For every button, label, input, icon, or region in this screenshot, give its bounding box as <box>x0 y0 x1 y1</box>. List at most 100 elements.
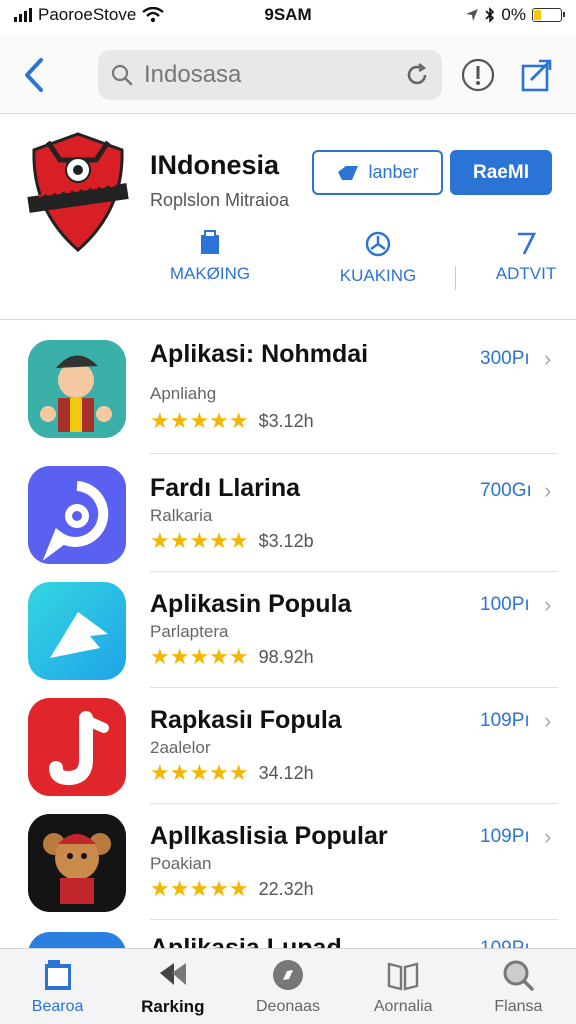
tab-updates[interactable]: Aornalia <box>346 949 461 1024</box>
tab-explore[interactable]: Deonaas <box>230 949 345 1024</box>
app-rating: ★★★★★ 34.12h <box>150 760 314 786</box>
cartoon-character-icon <box>28 340 126 438</box>
partial-app-icon <box>28 932 126 948</box>
outline-button-label: lanber <box>368 162 419 182</box>
list-item[interactable]: Rapkasiı Fopula 2aalelor ★★★★★ 34.12h 10… <box>0 688 576 804</box>
nav-bar: Indosasa <box>0 36 576 114</box>
info-button[interactable] <box>456 53 500 97</box>
header-tab-2-label: KUAKING <box>339 266 417 285</box>
list-item[interactable]: Apllkaslisia Popular Poakian ★★★★★ 22.32… <box>0 804 576 920</box>
carrier-label: PaoroeStove <box>38 5 137 24</box>
arrow-icon <box>28 582 126 680</box>
search-input[interactable]: Indosasa <box>144 61 394 89</box>
app-category: Apnliahg <box>150 384 217 403</box>
list-item[interactable]: Fardı Llarina Ralkaria ★★★★★ $3.12b 700G… <box>0 456 576 572</box>
chevron-right-icon: › <box>544 478 552 503</box>
app-category: Parlaptera <box>150 622 229 641</box>
list-item[interactable]: Aplikasi: Nohmdai Apnliahg ★★★★★ $3.12h … <box>0 338 576 454</box>
app-reviews: 22.32h <box>258 878 314 899</box>
app-reviews: $3.12b <box>258 530 314 551</box>
bear-character-icon <box>28 814 126 912</box>
app-name: Apllkaslisia Popular <box>150 822 388 850</box>
star-icon: ★★★★★ <box>150 760 249 785</box>
header-tab-1[interactable]: MAKØING <box>140 230 280 284</box>
app-category: Poakian <box>150 854 212 873</box>
tab-search-label: Flansa <box>494 997 543 1015</box>
solid-button[interactable]: RaeMI <box>450 150 552 195</box>
page-subtitle: Roplslon Mitraioa <box>150 190 290 210</box>
app-name: Aplikasia Lupad <box>150 934 342 948</box>
status-bar: PaoroeStove 9SAM 0% <box>0 0 576 30</box>
location-arrow-icon <box>466 9 479 21</box>
app-price-button[interactable]: 300Pı <box>480 348 530 370</box>
app-reviews: 34.12h <box>258 762 314 783</box>
header-tab-3[interactable]: ADTVIT <box>456 230 576 284</box>
status-left: PaoroeStove <box>14 5 165 25</box>
app-reviews: 98.92h <box>258 646 314 667</box>
share-button[interactable] <box>514 53 558 97</box>
tab-bar: Bearoa Rarking Deonaas Aornalia Flansa <box>0 948 576 1024</box>
chevron-right-icon: › <box>544 346 552 371</box>
star-icon: ★★★★★ <box>150 644 249 669</box>
share-icon <box>521 59 552 91</box>
header-card: INdonesia Roplslon Mitraioa lanber RaeMI… <box>0 118 576 320</box>
compass-icon <box>365 231 391 257</box>
solid-button-label: RaeMI <box>473 161 529 183</box>
search-icon <box>503 960 535 991</box>
star-icon: ★★★★★ <box>150 408 249 433</box>
chevron-right-icon: › <box>544 708 552 733</box>
page-title: INdonesia <box>150 150 280 180</box>
chevron-right-icon: › <box>544 824 552 849</box>
list-item-partial[interactable]: Aplikasia Lupad 109Pı <box>0 920 576 948</box>
wifi-icon <box>142 7 165 23</box>
search-icon <box>111 64 133 85</box>
battery-icon <box>532 8 565 22</box>
app-rating: ★★★★★ 98.92h <box>150 644 314 670</box>
clipboard-icon <box>201 230 219 254</box>
header-tab-2[interactable]: KUAKING <box>308 230 448 286</box>
search-bar[interactable]: Indosasa <box>98 49 442 100</box>
pin-icon <box>518 232 537 255</box>
header-tab-3-label: ADTVIT <box>495 264 557 283</box>
app-name: Rapkasiı Fopula <box>150 706 342 734</box>
tab-featured[interactable]: Bearoa <box>0 949 115 1024</box>
refresh-icon[interactable] <box>404 62 430 88</box>
app-category: 2aalelor <box>150 738 211 757</box>
tag-icon <box>338 165 359 180</box>
tab-featured-label: Bearoa <box>31 997 84 1015</box>
app-name: Fardı Llarina <box>150 474 301 502</box>
outline-button[interactable]: lanber <box>312 150 443 195</box>
tab-explore-label: Deonaas <box>255 997 321 1015</box>
back-button[interactable] <box>14 50 54 100</box>
battery-percent: 0% <box>501 5 526 24</box>
app-price-button[interactable]: 109Pı <box>480 938 530 948</box>
app-price-button[interactable]: 109Pı <box>480 826 530 848</box>
star-icon: ★★★★★ <box>150 528 249 553</box>
app-rating: ★★★★★ 22.32h <box>150 876 314 902</box>
app-rating: ★★★★★ $3.12b <box>150 528 314 554</box>
app-name: Aplikasi: Nohmdai <box>150 340 369 368</box>
book-icon <box>388 961 419 991</box>
chevron-right-icon: › <box>544 592 552 617</box>
app-price-button[interactable]: 100Pı <box>480 594 530 616</box>
chevron-left-icon <box>25 57 43 92</box>
tab-search[interactable]: Flansa <box>461 949 576 1024</box>
bluetooth-icon <box>485 7 495 23</box>
status-right: 0% <box>465 5 565 25</box>
app-category: Ralkaria <box>150 506 213 525</box>
app-name: Aplikasin Popula <box>150 590 352 618</box>
app-reviews: $3.12h <box>258 410 314 431</box>
rewind-icon <box>159 962 186 985</box>
tab-ranking-label: Rarking <box>141 996 205 1016</box>
app-price-button[interactable]: 109Pı <box>480 710 530 732</box>
app-price-button[interactable]: 700Gı <box>480 480 532 502</box>
chat-bubble-icon <box>28 466 126 564</box>
list-item[interactable]: Aplikasin Popula Parlaptera ★★★★★ 98.92h… <box>0 572 576 688</box>
clock: 9SAM <box>264 5 312 24</box>
tab-ranking[interactable]: Rarking <box>115 949 230 1024</box>
signal-icon <box>14 8 32 22</box>
folder-icon <box>44 959 71 990</box>
music-note-icon <box>28 698 126 796</box>
compass-icon <box>273 959 303 990</box>
info-icon <box>461 58 495 91</box>
